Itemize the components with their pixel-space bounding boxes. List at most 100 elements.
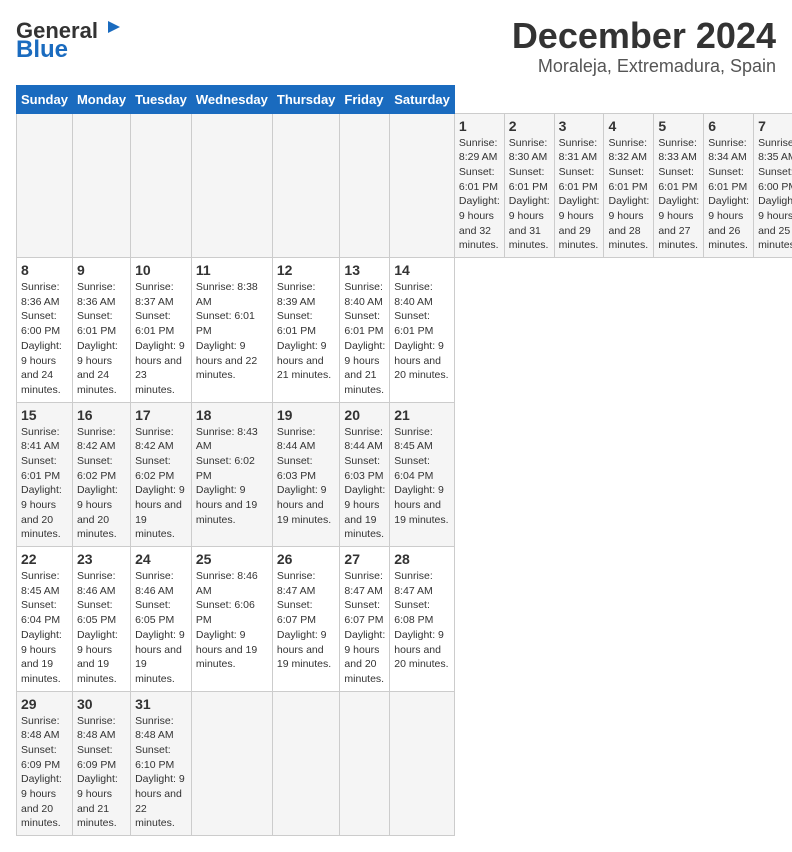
table-row: 13 Sunrise: 8:40 AMSunset: 6:01 PMDaylig…: [340, 258, 390, 403]
day-info: Sunrise: 8:40 AMSunset: 6:01 PMDaylight:…: [344, 281, 385, 396]
table-row: 2 Sunrise: 8:30 AMSunset: 6:01 PMDayligh…: [504, 113, 554, 258]
table-row: 24 Sunrise: 8:46 AMSunset: 6:05 PMDaylig…: [131, 547, 192, 692]
day-info: Sunrise: 8:33 AMSunset: 6:01 PMDaylight:…: [658, 137, 699, 252]
day-number: 13: [344, 262, 385, 278]
col-sunday: Sunday: [17, 85, 73, 113]
day-number: 2: [509, 118, 550, 134]
day-number: 14: [394, 262, 450, 278]
day-info: Sunrise: 8:29 AMSunset: 6:01 PMDaylight:…: [459, 137, 500, 252]
table-row: 8 Sunrise: 8:36 AMSunset: 6:00 PMDayligh…: [17, 258, 73, 403]
col-friday: Friday: [340, 85, 390, 113]
day-number: 24: [135, 551, 187, 567]
header: General Blue December 2024 Moraleja, Ext…: [16, 16, 776, 77]
col-monday: Monday: [72, 85, 130, 113]
day-info: Sunrise: 8:43 AMSunset: 6:02 PMDaylight:…: [196, 426, 258, 526]
day-number: 12: [277, 262, 336, 278]
table-row: 28 Sunrise: 8:47 AMSunset: 6:08 PMDaylig…: [390, 547, 455, 692]
table-row: 18 Sunrise: 8:43 AMSunset: 6:02 PMDaylig…: [191, 402, 272, 547]
day-number: 29: [21, 696, 68, 712]
day-info: Sunrise: 8:46 AMSunset: 6:05 PMDaylight:…: [135, 570, 185, 685]
day-number: 27: [344, 551, 385, 567]
table-row: [272, 113, 340, 258]
calendar-week-row: 22 Sunrise: 8:45 AMSunset: 6:04 PMDaylig…: [17, 547, 792, 692]
table-row: 1 Sunrise: 8:29 AMSunset: 6:01 PMDayligh…: [454, 113, 504, 258]
calendar-week-row: 1 Sunrise: 8:29 AMSunset: 6:01 PMDayligh…: [17, 113, 792, 258]
day-number: 21: [394, 407, 450, 423]
day-number: 10: [135, 262, 187, 278]
day-number: 3: [559, 118, 600, 134]
day-info: Sunrise: 8:47 AMSunset: 6:08 PMDaylight:…: [394, 570, 448, 670]
table-row: [272, 691, 340, 836]
day-info: Sunrise: 8:44 AMSunset: 6:03 PMDaylight:…: [344, 426, 385, 541]
day-number: 8: [21, 262, 68, 278]
table-row: 11 Sunrise: 8:38 AMSunset: 6:01 PMDaylig…: [191, 258, 272, 403]
day-number: 18: [196, 407, 268, 423]
day-info: Sunrise: 8:38 AMSunset: 6:01 PMDaylight:…: [196, 281, 258, 381]
day-info: Sunrise: 8:34 AMSunset: 6:01 PMDaylight:…: [708, 137, 749, 252]
table-row: [191, 113, 272, 258]
table-row: 12 Sunrise: 8:39 AMSunset: 6:01 PMDaylig…: [272, 258, 340, 403]
day-info: Sunrise: 8:45 AMSunset: 6:04 PMDaylight:…: [394, 426, 448, 526]
table-row: 14 Sunrise: 8:40 AMSunset: 6:01 PMDaylig…: [390, 258, 455, 403]
day-number: 6: [708, 118, 749, 134]
table-row: [72, 113, 130, 258]
day-info: Sunrise: 8:35 AMSunset: 6:00 PMDaylight:…: [758, 137, 792, 252]
day-info: Sunrise: 8:48 AMSunset: 6:09 PMDaylight:…: [77, 715, 118, 830]
day-info: Sunrise: 8:36 AMSunset: 6:01 PMDaylight:…: [77, 281, 118, 396]
col-saturday: Saturday: [390, 85, 455, 113]
location-subtitle: Moraleja, Extremadura, Spain: [512, 56, 776, 77]
day-info: Sunrise: 8:30 AMSunset: 6:01 PMDaylight:…: [509, 137, 550, 252]
day-number: 19: [277, 407, 336, 423]
col-wednesday: Wednesday: [191, 85, 272, 113]
table-row: 4 Sunrise: 8:32 AMSunset: 6:01 PMDayligh…: [604, 113, 654, 258]
day-info: Sunrise: 8:42 AMSunset: 6:02 PMDaylight:…: [77, 426, 118, 541]
day-number: 7: [758, 118, 792, 134]
table-row: [131, 113, 192, 258]
table-row: 3 Sunrise: 8:31 AMSunset: 6:01 PMDayligh…: [554, 113, 604, 258]
calendar-header-row: Sunday Monday Tuesday Wednesday Thursday…: [17, 85, 792, 113]
calendar-week-row: 8 Sunrise: 8:36 AMSunset: 6:00 PMDayligh…: [17, 258, 792, 403]
logo: General Blue: [16, 20, 122, 62]
day-info: Sunrise: 8:47 AMSunset: 6:07 PMDaylight:…: [344, 570, 385, 685]
table-row: 6 Sunrise: 8:34 AMSunset: 6:01 PMDayligh…: [704, 113, 754, 258]
day-info: Sunrise: 8:31 AMSunset: 6:01 PMDaylight:…: [559, 137, 600, 252]
col-thursday: Thursday: [272, 85, 340, 113]
day-info: Sunrise: 8:48 AMSunset: 6:10 PMDaylight:…: [135, 715, 185, 830]
table-row: 22 Sunrise: 8:45 AMSunset: 6:04 PMDaylig…: [17, 547, 73, 692]
table-row: 25 Sunrise: 8:46 AMSunset: 6:06 PMDaylig…: [191, 547, 272, 692]
day-info: Sunrise: 8:40 AMSunset: 6:01 PMDaylight:…: [394, 281, 448, 381]
day-info: Sunrise: 8:41 AMSunset: 6:01 PMDaylight:…: [21, 426, 62, 541]
day-number: 5: [658, 118, 699, 134]
day-number: 16: [77, 407, 126, 423]
day-info: Sunrise: 8:39 AMSunset: 6:01 PMDaylight:…: [277, 281, 331, 381]
day-number: 23: [77, 551, 126, 567]
table-row: [191, 691, 272, 836]
table-row: 19 Sunrise: 8:44 AMSunset: 6:03 PMDaylig…: [272, 402, 340, 547]
table-row: [340, 113, 390, 258]
table-row: 27 Sunrise: 8:47 AMSunset: 6:07 PMDaylig…: [340, 547, 390, 692]
table-row: 26 Sunrise: 8:47 AMSunset: 6:07 PMDaylig…: [272, 547, 340, 692]
month-title: December 2024: [512, 16, 776, 56]
day-number: 11: [196, 262, 268, 278]
table-row: [340, 691, 390, 836]
table-row: [17, 113, 73, 258]
table-row: [390, 691, 455, 836]
calendar-table: Sunday Monday Tuesday Wednesday Thursday…: [16, 85, 792, 837]
day-number: 4: [608, 118, 649, 134]
table-row: 5 Sunrise: 8:33 AMSunset: 6:01 PMDayligh…: [654, 113, 704, 258]
day-info: Sunrise: 8:47 AMSunset: 6:07 PMDaylight:…: [277, 570, 331, 670]
day-number: 26: [277, 551, 336, 567]
table-row: 31 Sunrise: 8:48 AMSunset: 6:10 PMDaylig…: [131, 691, 192, 836]
day-number: 1: [459, 118, 500, 134]
table-row: 29 Sunrise: 8:48 AMSunset: 6:09 PMDaylig…: [17, 691, 73, 836]
day-info: Sunrise: 8:36 AMSunset: 6:00 PMDaylight:…: [21, 281, 62, 396]
day-number: 31: [135, 696, 187, 712]
table-row: 7 Sunrise: 8:35 AMSunset: 6:00 PMDayligh…: [754, 113, 792, 258]
day-info: Sunrise: 8:44 AMSunset: 6:03 PMDaylight:…: [277, 426, 331, 526]
day-info: Sunrise: 8:48 AMSunset: 6:09 PMDaylight:…: [21, 715, 62, 830]
title-area: December 2024 Moraleja, Extremadura, Spa…: [512, 16, 776, 77]
table-row: 23 Sunrise: 8:46 AMSunset: 6:05 PMDaylig…: [72, 547, 130, 692]
table-row: 10 Sunrise: 8:37 AMSunset: 6:01 PMDaylig…: [131, 258, 192, 403]
day-number: 25: [196, 551, 268, 567]
col-tuesday: Tuesday: [131, 85, 192, 113]
